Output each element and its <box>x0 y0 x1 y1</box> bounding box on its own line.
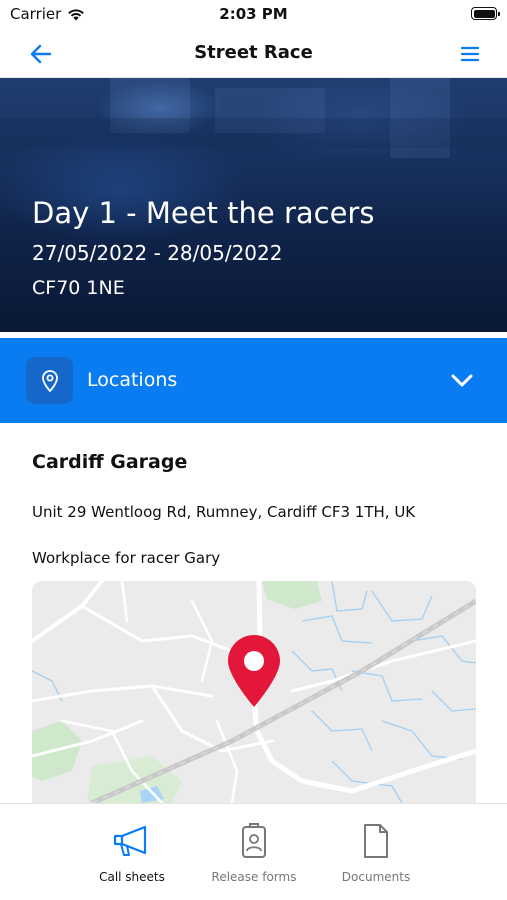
hamburger-menu-icon[interactable] <box>459 43 481 65</box>
map-pin-icon <box>41 369 58 392</box>
location-name: Cardiff Garage <box>32 451 188 473</box>
tab-documents[interactable]: Documents <box>311 822 441 884</box>
document-icon <box>364 824 388 858</box>
chevron-down-icon[interactable] <box>451 374 473 388</box>
tab-release-forms[interactable]: Release forms <box>189 822 319 884</box>
tab-label: Release forms <box>211 870 297 884</box>
status-time: 2:03 PM <box>219 5 288 23</box>
location-note: Workplace for racer Gary <box>32 549 221 567</box>
bottom-tab-bar: Call sheets Release forms Documents <box>0 803 507 900</box>
map-graphic <box>32 581 476 803</box>
status-bar: Carrier 2:03 PM <box>0 0 507 30</box>
navigation-bar: Street Race <box>0 30 507 78</box>
locations-label: Locations <box>87 369 178 391</box>
location-map[interactable] <box>32 581 476 803</box>
id-badge-icon <box>242 823 266 858</box>
locations-section-header[interactable]: Locations <box>0 338 507 423</box>
event-postcode: CF70 1NE <box>32 277 125 299</box>
event-title: Day 1 - Meet the racers <box>32 196 375 230</box>
battery-icon <box>471 7 500 20</box>
tab-label: Documents <box>341 870 411 884</box>
hero-background-shape <box>0 118 507 148</box>
location-address[interactable]: Unit 29 Wentloog Rd, Rumney, Cardiff CF3… <box>32 503 415 521</box>
megaphone-icon <box>113 825 147 856</box>
tab-label: Call sheets <box>99 870 165 884</box>
section-icon-container <box>26 357 73 404</box>
page-title: Street Race <box>194 42 313 63</box>
tab-call-sheets[interactable]: Call sheets <box>67 822 197 884</box>
event-dates: 27/05/2022 - 28/05/2022 <box>32 241 283 265</box>
hero-banner: Day 1 - Meet the racers 27/05/2022 - 28/… <box>0 78 507 332</box>
